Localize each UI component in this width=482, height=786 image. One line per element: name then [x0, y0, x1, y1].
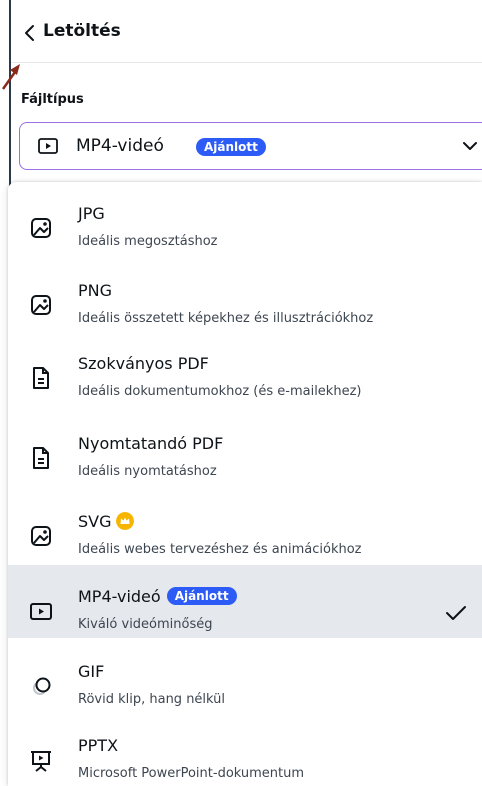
option-description: Kiváló videóminőség [78, 617, 213, 632]
option-print-pdf[interactable]: Nyomtatandó PDF Ideális nyomtatáshoz [8, 412, 482, 485]
option-svg[interactable]: SVG Ideális webes tervezéshez és animáci… [8, 490, 482, 563]
recommended-badge: Ajánlott [166, 587, 237, 605]
checkmark-icon [446, 606, 466, 620]
file-type-dropdown: JPG Ideális megosztáshoz PNG Ideális öss… [8, 182, 482, 786]
back-chevron-icon[interactable] [21, 22, 39, 44]
option-name: PNG [78, 281, 113, 300]
option-name: JPG [78, 204, 105, 223]
chevron-down-icon [463, 142, 477, 150]
option-name: Nyomtatandó PDF [78, 434, 224, 453]
recommended-badge: Ajánlott [196, 138, 266, 156]
file-type-label: Fájltípus [21, 92, 84, 107]
image-icon [31, 218, 51, 238]
image-icon [31, 295, 51, 315]
option-name: GIF [78, 662, 105, 681]
option-description: Ideális dokumentumokhoz (és e-mailekhez) [78, 384, 362, 399]
option-name: PPTX [78, 736, 119, 755]
image-icon [31, 526, 51, 546]
option-description: Ideális nyomtatáshoz [78, 464, 217, 479]
crown-icon [115, 512, 134, 530]
selected-file-type: MP4-videó [76, 136, 164, 156]
option-name-text: MP4-videó [78, 587, 161, 606]
document-icon [33, 447, 49, 469]
option-description: Ideális webes tervezéshez és animációkho… [78, 542, 362, 557]
option-name: Szokványos PDF [78, 354, 209, 373]
cursor-arrow-icon [1, 64, 20, 90]
option-name: SVG [78, 512, 134, 531]
option-description: Ideális megosztáshoz [78, 234, 218, 249]
option-description: Rövid klip, hang nélkül [78, 692, 226, 707]
option-description: Microsoft PowerPoint-dokumentum [78, 766, 305, 781]
option-name-text: SVG [78, 512, 112, 531]
panel-header: Letöltés [11, 0, 482, 63]
option-description: Ideális összetett képekhez és illusztrác… [78, 311, 374, 326]
document-icon [33, 367, 49, 389]
gif-icon [33, 677, 51, 695]
panel-title: Letöltés [43, 21, 121, 41]
option-mp4-video[interactable]: MP4-videó Ajánlott Kiváló videóminőség [8, 565, 482, 638]
option-standard-pdf[interactable]: Szokványos PDF Ideális dokumentumokhoz (… [8, 332, 482, 405]
video-icon [30, 603, 52, 620]
file-type-select[interactable]: MP4-videó Ajánlott [19, 122, 482, 170]
option-gif[interactable]: GIF Rövid klip, hang nélkül [8, 640, 482, 713]
video-icon [38, 138, 58, 154]
option-name: MP4-videó Ajánlott [78, 587, 237, 606]
option-jpg[interactable]: JPG Ideális megosztáshoz [8, 182, 482, 255]
option-pptx[interactable]: PPTX Microsoft PowerPoint-dokumentum [8, 714, 482, 786]
option-png[interactable]: PNG Ideális összetett képekhez és illusz… [8, 259, 482, 332]
presentation-icon [31, 751, 51, 772]
